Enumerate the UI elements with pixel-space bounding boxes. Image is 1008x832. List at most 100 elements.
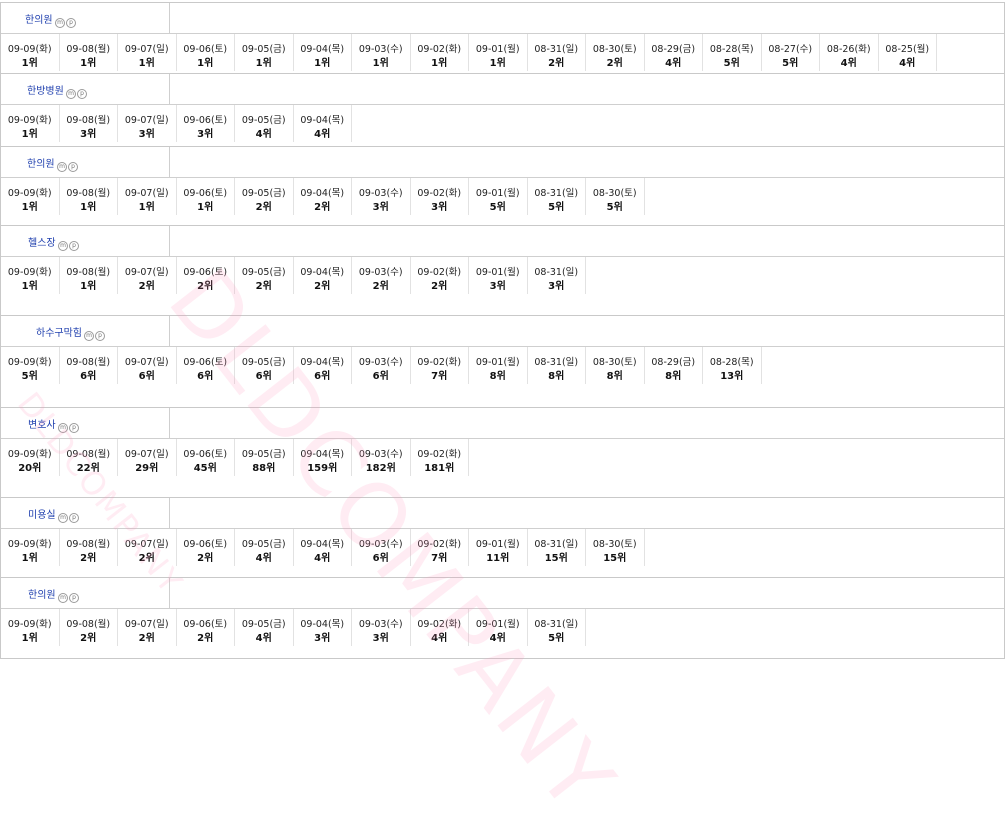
keyword-label[interactable]: 미용실 bbox=[28, 506, 56, 521]
rank-cell: 09-02(화) 3위 bbox=[411, 178, 469, 215]
keyword-label[interactable]: 변호사 bbox=[28, 416, 56, 431]
rank-cell: 09-08(월) 22위 bbox=[60, 439, 118, 476]
rank-cell: 09-08(월) 1위 bbox=[60, 178, 118, 215]
keyword-label[interactable]: 하수구막힘 bbox=[36, 324, 82, 339]
rank-value: 3위 bbox=[314, 633, 331, 644]
keyword-block: 한방병원 m p 09-09(화) 1위 09-08(월) 3위 09-07(일) 3위 09-0… bbox=[0, 74, 1005, 147]
rank-value: 159위 bbox=[307, 463, 338, 474]
rank-date: 09-01(월) bbox=[475, 44, 520, 55]
rank-value: 1위 bbox=[80, 202, 97, 213]
rank-value: 2위 bbox=[138, 281, 155, 292]
keyword-row: 한의원 m p bbox=[1, 3, 1004, 34]
keyword-label[interactable]: 헬스장 bbox=[28, 234, 56, 249]
mobile-badge-icon: m bbox=[58, 592, 68, 603]
rank-value: 3위 bbox=[548, 281, 565, 292]
rank-cell: 09-06(토) 6위 bbox=[177, 347, 235, 384]
rank-value: 15위 bbox=[544, 553, 568, 564]
keyword-label[interactable]: 한의원 bbox=[28, 586, 56, 601]
mobile-badge-icon: m bbox=[57, 161, 67, 172]
keyword-block: 한의원 m p 09-09(화) 1위 09-08(월) 2위 09-07(일) 2위 09-06… bbox=[0, 578, 1005, 659]
rank-cell: 09-02(화) 181위 bbox=[411, 439, 469, 476]
rank-date: 09-07(일) bbox=[124, 449, 169, 460]
rank-date: 09-09(화) bbox=[7, 267, 52, 278]
rank-cell: 09-03(수) 2위 bbox=[352, 257, 411, 294]
device-badges: mp bbox=[55, 12, 77, 31]
rank-value: 8위 bbox=[606, 371, 623, 382]
rank-value: 6위 bbox=[314, 371, 331, 382]
rank-value: 8위 bbox=[665, 371, 682, 382]
rank-cell: 09-07(일) 2위 bbox=[118, 609, 177, 646]
rank-cell: 08-25(월) 4위 bbox=[879, 34, 937, 71]
rank-history: 09-09(화) 1위 09-08(월) 1위 09-07(일) 1위 09-06(토) 1위… bbox=[1, 34, 1004, 71]
rank-value: 88위 bbox=[252, 463, 276, 474]
rank-value: 4위 bbox=[431, 633, 448, 644]
device-badges: mp bbox=[57, 156, 79, 175]
rank-date: 09-05(금) bbox=[241, 188, 286, 199]
pc-badge-icon: p bbox=[68, 161, 78, 172]
rank-cell: 08-31(일) 15위 bbox=[528, 529, 586, 566]
rank-value: 2위 bbox=[197, 281, 214, 292]
mobile-badge-icon: m bbox=[84, 330, 94, 341]
rank-date: 09-05(금) bbox=[241, 44, 286, 55]
rank-cell: 08-30(토) 5위 bbox=[586, 178, 645, 215]
rank-date: 09-03(수) bbox=[358, 188, 403, 199]
rank-value: 3위 bbox=[138, 129, 155, 140]
rank-date: 09-08(월) bbox=[66, 619, 111, 630]
rank-value: 3위 bbox=[372, 633, 389, 644]
rank-history: 09-09(화) 5위 09-08(월) 6위 09-07(일) 6위 09-06(토) 6위… bbox=[1, 347, 1004, 384]
rank-value: 2위 bbox=[255, 202, 272, 213]
rank-cell: 08-28(목) 5위 bbox=[703, 34, 762, 71]
rank-cell: 09-09(화) 1위 bbox=[1, 257, 60, 294]
rank-value: 2위 bbox=[197, 553, 214, 564]
rank-date: 09-06(토) bbox=[183, 357, 228, 368]
rank-value: 1위 bbox=[21, 202, 38, 213]
rank-date: 09-05(금) bbox=[241, 619, 286, 630]
rank-cell: 09-09(화) 1위 bbox=[1, 105, 60, 142]
rank-cell: 08-31(일) 8위 bbox=[528, 347, 586, 384]
rank-cell: 09-03(수) 3위 bbox=[352, 178, 411, 215]
rank-value: 2위 bbox=[548, 58, 565, 69]
rank-value: 3위 bbox=[372, 202, 389, 213]
pc-badge-icon: p bbox=[77, 88, 87, 99]
rank-value: 29위 bbox=[135, 463, 159, 474]
rank-cell: 09-01(월) 3위 bbox=[469, 257, 528, 294]
device-badges: mp bbox=[84, 325, 106, 344]
rank-date: 09-02(화) bbox=[417, 44, 462, 55]
rank-value: 2위 bbox=[138, 553, 155, 564]
rank-date: 09-04(목) bbox=[300, 188, 345, 199]
mobile-badge-icon: m bbox=[55, 17, 65, 28]
rank-value: 1위 bbox=[21, 58, 38, 69]
rank-value: 1위 bbox=[489, 58, 506, 69]
device-badges: mp bbox=[58, 507, 80, 526]
rank-value: 7위 bbox=[431, 371, 448, 382]
keyword-label[interactable]: 한의원 bbox=[25, 11, 53, 26]
rank-value: 2위 bbox=[197, 633, 214, 644]
rank-value: 7위 bbox=[431, 553, 448, 564]
rank-value: 181위 bbox=[424, 463, 455, 474]
rank-value: 5위 bbox=[782, 58, 799, 69]
rank-cell: 09-07(일) 2위 bbox=[118, 529, 177, 566]
rank-date: 09-06(토) bbox=[183, 619, 228, 630]
rank-date: 08-31(일) bbox=[534, 357, 579, 368]
keyword-label[interactable]: 한방병원 bbox=[27, 82, 64, 97]
rank-cell: 09-08(월) 2위 bbox=[60, 529, 118, 566]
keyword-label[interactable]: 한의원 bbox=[27, 155, 55, 170]
rank-cell: 09-01(월) 5위 bbox=[469, 178, 528, 215]
rank-cell: 08-31(일) 5위 bbox=[528, 178, 586, 215]
rank-value: 6위 bbox=[255, 371, 272, 382]
keyword-block: 한의원 m p 09-09(화) 1위 09-08(월) 1위 09-07(일) 1위 09-06… bbox=[0, 2, 1005, 74]
rank-cell: 09-05(금) 1위 bbox=[235, 34, 294, 71]
rank-cell: 09-02(화) 4위 bbox=[411, 609, 469, 646]
rank-cell: 09-05(금) 2위 bbox=[235, 178, 294, 215]
rank-value: 6위 bbox=[372, 371, 389, 382]
rank-date: 09-07(일) bbox=[124, 44, 169, 55]
rank-cell: 09-02(화) 2위 bbox=[411, 257, 469, 294]
rank-cell: 09-09(화) 5위 bbox=[1, 347, 60, 384]
keyword-block: 헬스장 m p 09-09(화) 1위 09-08(월) 1위 09-07(일) 2위 09-06… bbox=[0, 226, 1005, 316]
rank-cell: 08-30(토) 15위 bbox=[586, 529, 645, 566]
rank-date: 09-01(월) bbox=[475, 188, 520, 199]
rank-cell: 09-09(화) 1위 bbox=[1, 529, 60, 566]
rank-value: 20위 bbox=[18, 463, 42, 474]
rank-value: 1위 bbox=[197, 202, 214, 213]
rank-date: 08-31(일) bbox=[534, 539, 579, 550]
